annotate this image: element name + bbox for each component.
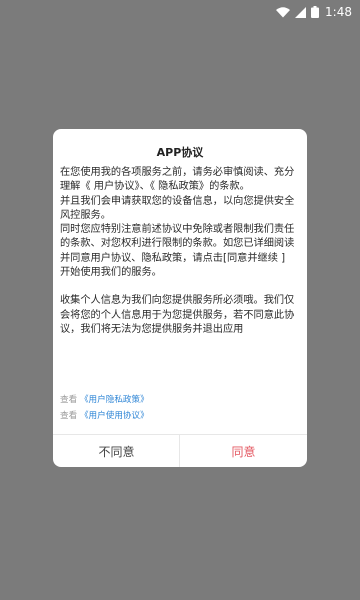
link-prefix: 查看 <box>60 395 78 405</box>
user-agreement-link[interactable]: 《用户使用协议》 <box>80 411 149 421</box>
agreement-dialog: APP协议 在您使用我的各项服务之前，请务必审慎阅读、充分理解《 用户协议》、《… <box>53 129 307 467</box>
link-prefix: 查看 <box>60 411 78 421</box>
status-icons <box>276 6 320 18</box>
dialog-title: APP协议 <box>156 146 204 159</box>
policy-links: 查看 《用户隐私政策》 查看 《用户使用协议》 <box>60 392 149 424</box>
agreement-paragraph: 在您使用我的各项服务之前，请务必审慎阅读、充分理解《 用户协议》、《 隐私政策》… <box>60 167 295 193</box>
signal-icon <box>295 6 307 18</box>
dialog-body[interactable]: 在您使用我的各项服务之前，请务必审慎阅读、充分理解《 用户协议》、《 隐私政策》… <box>60 166 296 382</box>
user-agreement-row: 查看 《用户使用协议》 <box>60 408 149 424</box>
wifi-icon <box>276 6 291 18</box>
privacy-policy-link[interactable]: 《用户隐私政策》 <box>80 395 149 405</box>
agreement-paragraph: 同时您应特别注意前述协议中免除或者限制我们责任的条款、对您权利进行限制的条款。如… <box>60 224 295 279</box>
privacy-policy-row: 查看 《用户隐私政策》 <box>60 392 149 408</box>
status-bar: 1:48 <box>0 0 360 24</box>
agree-button[interactable]: 同意 <box>180 435 307 467</box>
disagree-button[interactable]: 不同意 <box>53 435 180 467</box>
status-time: 1:48 <box>325 5 352 19</box>
battery-icon <box>311 6 320 18</box>
agreement-paragraph: 并且我们会申请获取您的设备信息，以向您提供安全风控服务。 <box>60 195 295 221</box>
agreement-paragraph: 收集个人信息为我们向您提供服务所必须哦。我们仅会将您的个人信息用于为您提供服务，… <box>60 295 295 335</box>
